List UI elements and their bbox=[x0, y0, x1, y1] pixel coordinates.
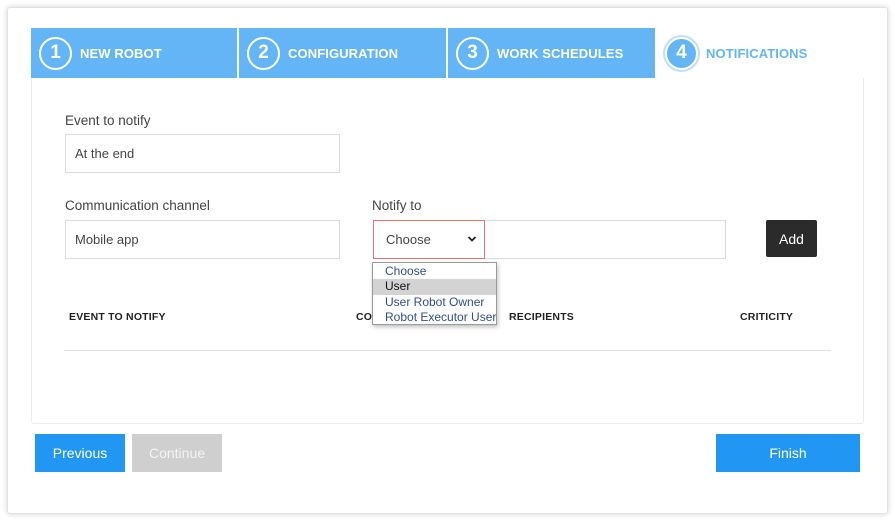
step-work-schedules[interactable]: 3 WORK SCHEDULES bbox=[448, 28, 657, 78]
add-button[interactable]: Add bbox=[766, 220, 817, 257]
step-number: 1 bbox=[39, 36, 72, 70]
event-to-notify-label: Event to notify bbox=[65, 113, 151, 128]
option-choose[interactable]: Choose bbox=[373, 264, 496, 279]
step-label: CONFIGURATION bbox=[288, 45, 399, 61]
option-user-robot-owner[interactable]: User Robot Owner bbox=[373, 295, 496, 310]
column-header-channel: CO bbox=[356, 311, 373, 323]
wizard-stepper: 1 NEW ROBOT 2 CONFIGURATION 3 WORK SCHED… bbox=[31, 28, 864, 78]
finish-button[interactable]: Finish bbox=[716, 434, 860, 472]
step-configuration[interactable]: 2 CONFIGURATION bbox=[239, 28, 448, 78]
notify-to-select[interactable]: Choose bbox=[373, 220, 485, 259]
column-header-criticity: CRITICITY bbox=[740, 311, 794, 323]
step-number: 2 bbox=[247, 36, 280, 70]
step-number: 4 bbox=[665, 36, 698, 70]
column-header-recipients: RECIPIENTS bbox=[509, 311, 575, 323]
option-user[interactable]: User bbox=[373, 279, 496, 295]
recipients-input[interactable] bbox=[484, 220, 726, 259]
table-divider bbox=[64, 350, 831, 351]
step-label: WORK SCHEDULES bbox=[497, 45, 624, 61]
previous-button[interactable]: Previous bbox=[35, 434, 125, 472]
communication-channel-label: Communication channel bbox=[65, 198, 210, 213]
event-to-notify-input[interactable]: At the end bbox=[65, 134, 340, 173]
notify-to-selected-value: Choose bbox=[386, 232, 431, 247]
notify-to-dropdown: Choose User User Robot Owner Robot Execu… bbox=[372, 262, 497, 325]
step-label: NOTIFICATIONS bbox=[706, 45, 808, 61]
step-notifications[interactable]: 4 NOTIFICATIONS bbox=[657, 28, 864, 78]
notify-to-label: Notify to bbox=[372, 198, 422, 213]
option-robot-executor-user[interactable]: Robot Executor User bbox=[373, 310, 496, 325]
chevron-down-icon bbox=[467, 236, 477, 242]
step-label: NEW ROBOT bbox=[80, 45, 162, 61]
communication-channel-input[interactable]: Mobile app bbox=[65, 220, 340, 259]
step-number: 3 bbox=[456, 36, 489, 70]
column-header-event: EVENT TO NOTIFY bbox=[69, 311, 166, 323]
step-new-robot[interactable]: 1 NEW ROBOT bbox=[31, 28, 239, 78]
continue-button[interactable]: Continue bbox=[132, 434, 222, 472]
